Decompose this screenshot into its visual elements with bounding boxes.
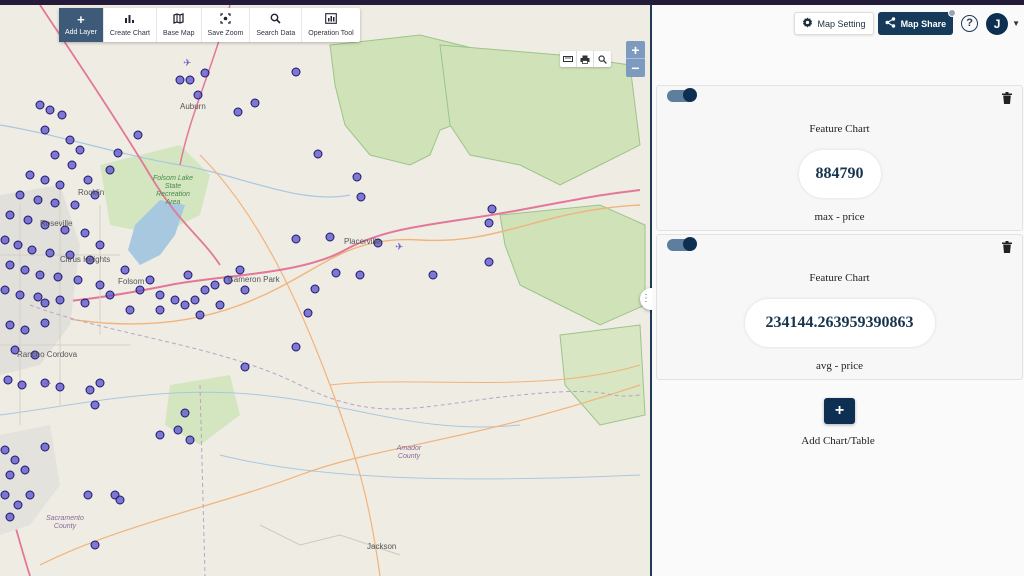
print-icon[interactable] <box>577 51 594 67</box>
search-data-label: Search Data <box>256 30 296 37</box>
feature-chart-card: Feature Chart 884790 max - price <box>656 85 1023 231</box>
chart-panel: Map Setting Map Share ? J ▼ Feature Char… <box>652 5 1024 576</box>
operation-chart-icon <box>325 13 337 27</box>
card-subtitle: avg - price <box>815 360 864 372</box>
map-base-tiles: ✈ ✈ ✈ <box>0 5 646 576</box>
map-view[interactable]: ✈ ✈ ✈ Auburn Rocklin Roseville Citrus He… <box>0 5 650 576</box>
svg-text:✈: ✈ <box>395 242 403 253</box>
place-label-folsom-lake: Folsom Lake State Recreation Area <box>152 175 194 206</box>
add-chart-label: Add Chart/Table <box>801 435 875 447</box>
place-label-cameron-park: Cameron Park <box>228 275 280 284</box>
share-status-dot <box>948 9 957 17</box>
zoom-in-button[interactable]: + <box>626 41 645 59</box>
place-label-placerville: Placerville <box>344 237 381 246</box>
add-layer-label: Add Layer <box>65 29 97 36</box>
base-map-label: Base Map <box>163 30 195 37</box>
add-chart-button[interactable]: + <box>824 398 855 424</box>
search-data-button[interactable]: Search Data <box>250 8 303 42</box>
place-label-rancho-cordova: Rancho Cordova <box>17 350 78 359</box>
card-title: Feature Chart <box>809 272 870 284</box>
card-value: 884790 <box>798 150 881 198</box>
place-label-amador-county: Amador County <box>396 445 422 460</box>
map-setting-button[interactable]: Map Setting <box>793 12 874 35</box>
visibility-toggle[interactable] <box>667 88 697 102</box>
base-map-button[interactable]: Base Map <box>157 8 202 42</box>
card-value: 234144.263959390863 <box>744 299 935 347</box>
chevron-down-icon[interactable]: ▼ <box>1012 19 1020 28</box>
create-chart-button[interactable]: Create Chart <box>104 8 157 42</box>
measure-ruler-icon[interactable] <box>560 51 577 67</box>
share-icon <box>885 17 896 30</box>
place-label-rocklin: Rocklin <box>78 188 105 197</box>
place-label-auburn: Auburn <box>180 102 206 111</box>
visibility-toggle[interactable] <box>667 237 697 251</box>
feature-chart-card: Feature Chart 234144.263959390863 avg - … <box>656 234 1023 380</box>
trash-icon[interactable] <box>1002 241 1012 253</box>
card-subtitle: max - price <box>814 211 865 223</box>
save-zoom-label: Save Zoom <box>207 30 244 37</box>
card-title: Feature Chart <box>809 123 870 135</box>
zoom-out-button[interactable]: − <box>626 59 645 77</box>
help-icon[interactable]: ? <box>961 15 979 32</box>
map-search-icon[interactable] <box>594 51 611 67</box>
place-label-citrus-heights: Citrus Heights <box>60 255 111 264</box>
place-label-sacramento-county: Sacramento County <box>46 515 84 530</box>
operation-tool-label: Operation Tool <box>308 30 354 37</box>
zoom-frame-icon <box>220 13 231 27</box>
search-icon <box>270 13 281 27</box>
place-label-jackson: Jackson <box>367 542 397 551</box>
place-label-folsom: Folsom <box>118 277 145 286</box>
add-layer-button[interactable]: + Add Layer <box>59 8 104 42</box>
map-share-label: Map Share <box>900 18 947 29</box>
svg-text:✈: ✈ <box>43 379 51 390</box>
map-mini-tools <box>560 51 611 67</box>
map-setting-label: Map Setting <box>817 18 866 29</box>
trash-icon[interactable] <box>1002 92 1012 104</box>
panel-topbar: Map Setting Map Share ? J ▼ <box>793 9 1020 35</box>
operation-tool-button[interactable]: Operation Tool <box>302 8 359 42</box>
svg-text:✈: ✈ <box>183 58 191 69</box>
gear-icon <box>802 17 813 30</box>
map-icon <box>173 13 184 27</box>
save-zoom-button[interactable]: Save Zoom <box>202 8 251 42</box>
plus-icon: + <box>77 12 85 27</box>
zoom-control: + − <box>626 41 645 77</box>
map-share-button[interactable]: Map Share <box>877 9 957 35</box>
place-label-roseville: Roseville <box>40 219 73 228</box>
map-toolbar: + Add Layer Create Chart Base Map Save Z… <box>59 8 360 42</box>
bar-chart-icon <box>124 14 135 27</box>
user-avatar[interactable]: J <box>986 12 1009 35</box>
create-chart-label: Create Chart <box>109 29 150 37</box>
